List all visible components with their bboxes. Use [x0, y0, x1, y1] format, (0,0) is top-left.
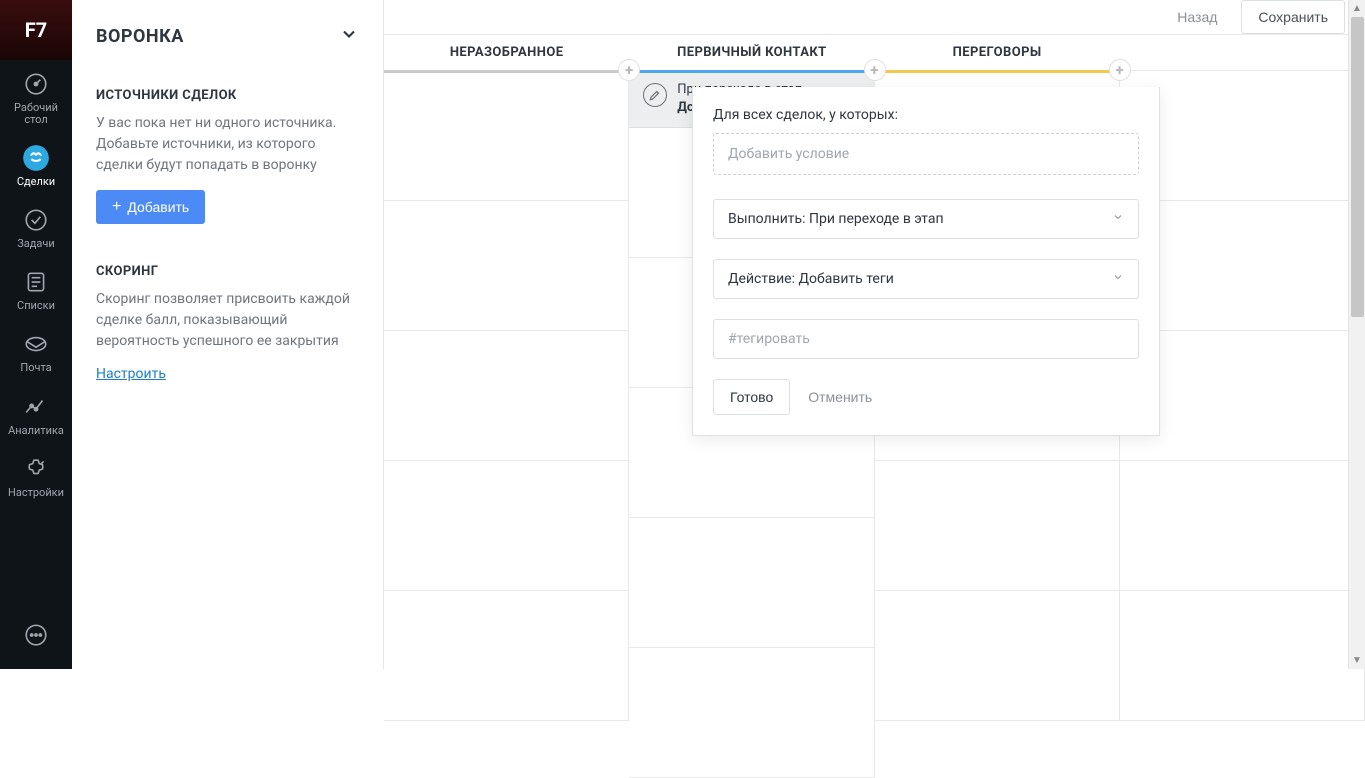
sidebar: ВОРОНКА ИСТОЧНИКИ СДЕЛОК У вас пока нет … — [72, 0, 384, 669]
nav-lists[interactable]: Списки — [0, 258, 72, 320]
scroll-down-icon[interactable]: ▼ — [1349, 652, 1365, 669]
pipeline-title: ВОРОНКА — [96, 26, 184, 47]
stage-name: НЕРАЗОБРАННОЕ — [450, 45, 564, 60]
scoring-text: Скоринг позволяет присвоить каждой сделк… — [96, 289, 359, 352]
chat-icon — [22, 621, 50, 649]
conditions-label: Для всех сделок, у которых: — [713, 107, 1139, 123]
save-button[interactable]: Сохранить — [1241, 0, 1345, 34]
nav-label: Рабочий стол — [4, 102, 68, 126]
stage-cell[interactable] — [384, 201, 628, 331]
stage-underline — [629, 70, 874, 73]
stage-cell[interactable] — [384, 71, 628, 201]
action-select-value: Действие: Добавить теги — [728, 271, 894, 287]
execute-select[interactable]: Выполнить: При переходе в этап — [713, 199, 1139, 239]
nav-label: Задачи — [17, 238, 54, 250]
stage-header[interactable]: НЕРАЗОБРАННОЕ + — [384, 35, 629, 71]
nav-label: Почта — [20, 362, 51, 374]
vertical-scrollbar[interactable]: ▲ ▼ — [1348, 0, 1365, 669]
sources-title: ИСТОЧНИКИ СДЕЛОК — [96, 88, 359, 103]
chevron-down-icon — [1112, 271, 1124, 287]
stage-name: ПЕРВИЧНЫЙ КОНТАКТ — [677, 45, 826, 60]
stage-cell[interactable] — [384, 331, 628, 461]
stage-cell[interactable] — [875, 591, 1119, 721]
nav-label: Списки — [17, 300, 55, 312]
execute-select-value: Выполнить: При переходе в этап — [728, 211, 944, 227]
scoring-configure-link[interactable]: Настроить — [96, 366, 166, 382]
check-icon — [22, 206, 50, 234]
nav-mail[interactable]: Почта — [0, 320, 72, 382]
nav-label: Настройки — [8, 487, 64, 499]
nav-rail: F7 Рабочий стол Сделки Задачи Списки — [0, 0, 72, 669]
pencil-icon — [643, 83, 667, 107]
stage-underline — [1120, 70, 1365, 71]
scroll-up-icon[interactable]: ▲ — [1349, 0, 1365, 17]
sources-text: У вас пока нет ни одного источника. Доба… — [96, 113, 359, 176]
cancel-button[interactable]: Отменить — [800, 379, 880, 415]
gauge-icon — [22, 70, 50, 98]
tag-input[interactable]: #тегировать — [713, 319, 1139, 359]
chevron-down-icon[interactable] — [339, 24, 359, 48]
stage-underline — [875, 70, 1120, 73]
logo: F7 — [0, 0, 72, 60]
stage-header[interactable]: ПЕРВИЧНЫЙ КОНТАКТ + — [629, 35, 874, 71]
nav-settings[interactable]: Настройки — [0, 445, 72, 507]
scoring-section: СКОРИНГ Скоринг позволяет присвоить кажд… — [72, 248, 383, 406]
done-button[interactable]: Готово — [713, 379, 790, 415]
add-source-button[interactable]: + Добавить — [96, 190, 205, 224]
trigger-config-panel: Для всех сделок, у которых: Добавить усл… — [692, 87, 1160, 436]
stage-cell[interactable] — [875, 461, 1119, 591]
scoring-title: СКОРИНГ — [96, 264, 359, 279]
plus-icon: + — [112, 199, 121, 215]
stage-header[interactable]: ПЕРЕГОВОРЫ + — [875, 35, 1120, 71]
list-icon — [22, 268, 50, 296]
scroll-thumb[interactable] — [1351, 17, 1364, 317]
stage-cell[interactable] — [629, 518, 873, 648]
nav-label: Аналитика — [8, 425, 64, 437]
add-condition-input[interactable]: Добавить условие — [713, 133, 1139, 175]
nav-analytics[interactable]: Аналитика — [0, 383, 72, 445]
stage-cell[interactable] — [1120, 461, 1364, 591]
nav-label: Сделки — [17, 176, 55, 188]
stage-name: ПЕРЕГОВОРЫ — [953, 45, 1042, 60]
pipeline: НЕРАЗОБРАННОЕ + ПЕРВИЧНЫЙ КОНТАКТ + — [384, 35, 1365, 778]
analytics-icon — [22, 393, 50, 421]
stage-cell[interactable] — [1120, 591, 1364, 721]
nav-deals[interactable]: Сделки — [0, 134, 72, 196]
settings-icon — [22, 455, 50, 483]
stage-cell[interactable] — [629, 648, 873, 778]
stage-underline — [384, 70, 629, 73]
mail-icon — [22, 330, 50, 358]
stage-unsorted: НЕРАЗОБРАННОЕ + — [384, 35, 629, 778]
add-stage-button[interactable]: + — [864, 59, 886, 81]
add-source-label: Добавить — [127, 199, 189, 215]
nav-dashboard[interactable]: Рабочий стол — [0, 60, 72, 134]
sources-section: ИСТОЧНИКИ СДЕЛОК У вас пока нет ни одног… — [72, 72, 383, 248]
action-select[interactable]: Действие: Добавить теги — [713, 259, 1139, 299]
nav-tasks[interactable]: Задачи — [0, 196, 72, 258]
topbar: Назад Сохранить — [384, 0, 1365, 35]
deals-icon — [22, 144, 50, 172]
add-stage-button[interactable]: + — [1109, 59, 1131, 81]
back-button[interactable]: Назад — [1165, 1, 1229, 33]
stage-cell[interactable] — [384, 461, 628, 591]
stage-cell[interactable] — [384, 591, 628, 721]
main: Назад Сохранить НЕРАЗОБРАННОЕ + — [384, 0, 1365, 669]
chevron-down-icon — [1112, 211, 1124, 227]
nav-chat[interactable] — [0, 611, 72, 669]
stage-header[interactable] — [1120, 35, 1365, 71]
